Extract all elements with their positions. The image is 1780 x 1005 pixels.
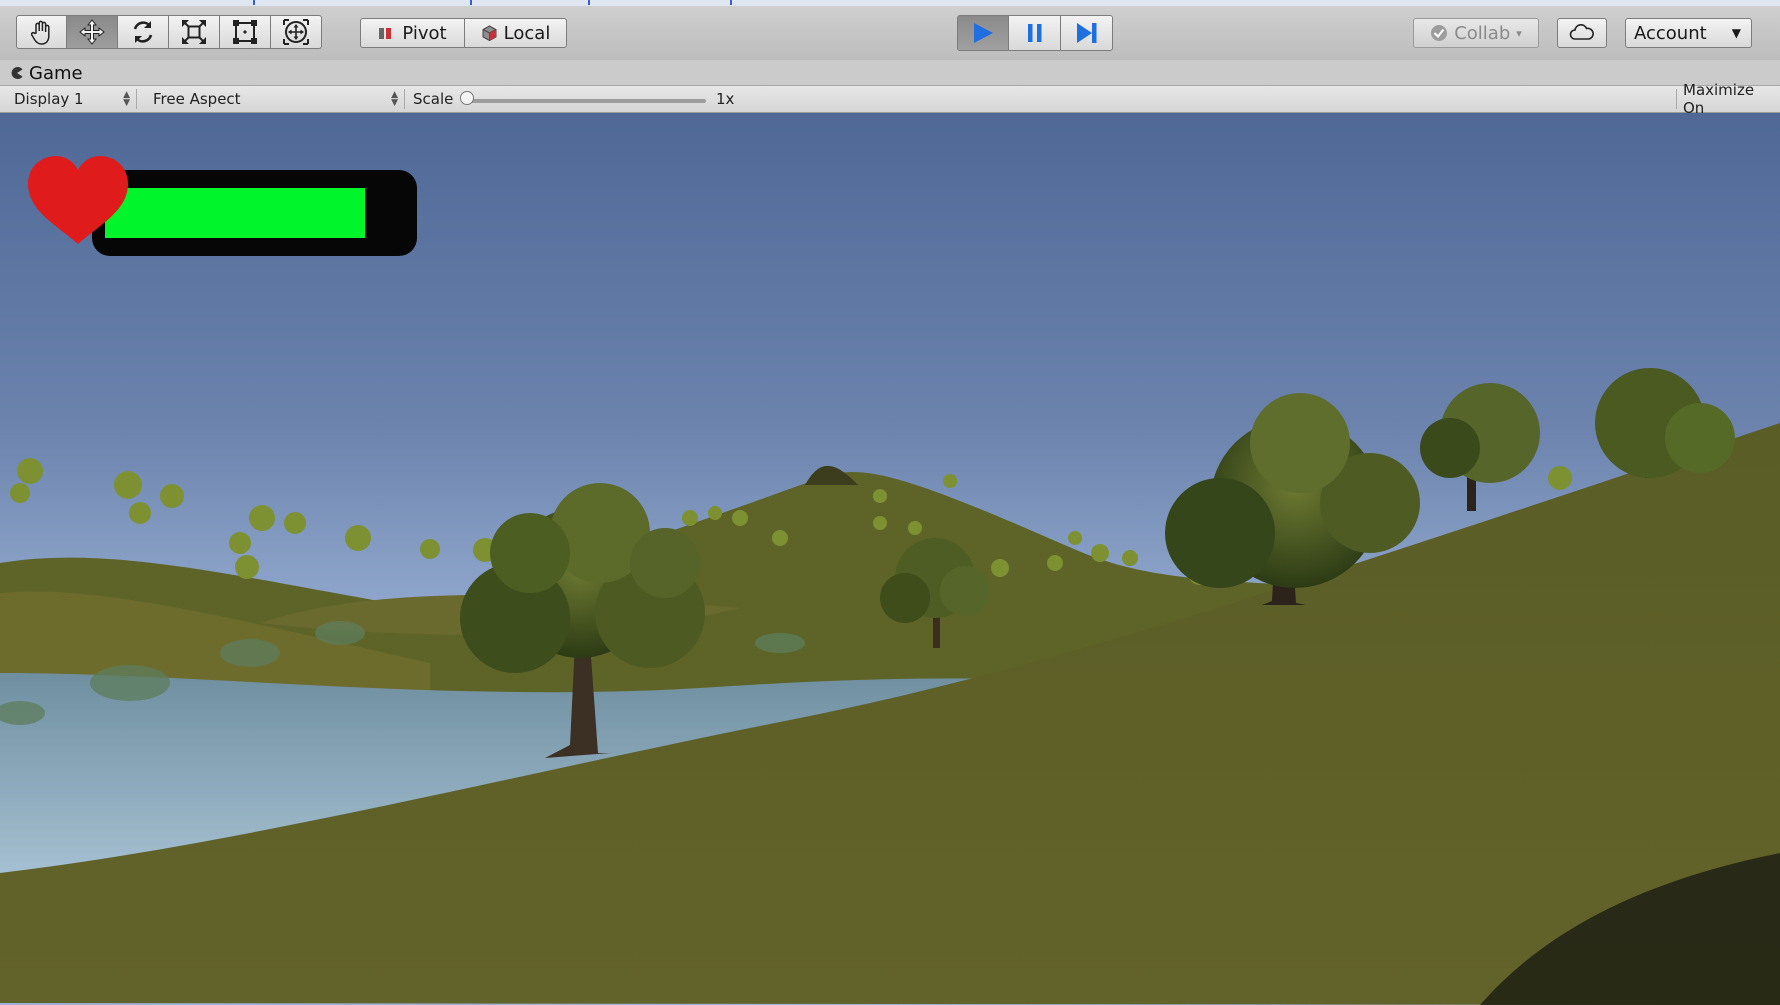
collab-button[interactable]: Collab ▾ <box>1413 18 1539 48</box>
tab-game-label: Game <box>29 62 83 84</box>
step-forward-icon <box>1076 23 1096 43</box>
health-bar-fill <box>105 188 365 238</box>
strip-mark <box>588 0 590 5</box>
pause-icon <box>1027 24 1041 42</box>
game-view-toolbar: Display 1 ▲ ▼ Free Aspect ▲ ▼ Scale 1x Max… <box>0 81 1780 117</box>
play-icon <box>974 23 993 43</box>
cloud-button[interactable] <box>1557 18 1607 48</box>
health-bar-frame <box>92 170 417 256</box>
game-viewport[interactable] <box>0 113 1780 1005</box>
collab-label: Collab <box>1454 22 1511 44</box>
divider <box>136 89 137 109</box>
move-tool-button[interactable] <box>67 15 118 49</box>
health-hud <box>28 156 418 262</box>
scale-slider-knob[interactable] <box>460 91 474 105</box>
transform-tool-button[interactable] <box>271 15 322 49</box>
pivot-button[interactable]: Pivot <box>360 18 465 48</box>
updown-arrows-icon: ▲ ▼ <box>123 90 130 108</box>
rotate-icon <box>133 21 153 43</box>
pivot-icon <box>379 28 392 39</box>
scale-icon <box>182 20 206 44</box>
local-button[interactable]: Local <box>465 18 567 48</box>
hand-tool-button[interactable] <box>16 15 67 49</box>
local-cube-icon <box>482 24 497 41</box>
pause-button[interactable] <box>1009 15 1061 51</box>
pacman-icon <box>11 67 23 79</box>
local-label: Local <box>503 22 551 44</box>
display-dropdown[interactable]: Display 1 ▲ ▼ <box>6 86 134 112</box>
account-dropdown[interactable]: Account ▼ <box>1625 18 1752 48</box>
divider <box>404 89 405 109</box>
check-circle-icon <box>1431 25 1448 41</box>
strip-mark <box>470 0 472 5</box>
main-toolbar: Pivot Local Collab ▾ Account ▼ <box>0 6 1780 61</box>
maximize-label: Maximize On <box>1683 81 1755 117</box>
strip-mark <box>253 0 255 5</box>
rotate-tool-button[interactable] <box>118 15 169 49</box>
pivot-label: Pivot <box>402 22 447 44</box>
rect-transform-icon <box>233 20 257 44</box>
step-button[interactable] <box>1061 15 1113 51</box>
move-arrows-icon <box>79 19 105 45</box>
tab-game[interactable]: Game <box>10 61 83 85</box>
hand-icon <box>30 20 50 45</box>
game-tab-bar: Game <box>0 60 1780 86</box>
scale-tool-button[interactable] <box>169 15 220 49</box>
heart-icon <box>28 156 128 244</box>
aspect-dropdown[interactable]: Free Aspect ▲ ▼ <box>144 86 402 112</box>
transform-tools <box>16 15 322 49</box>
updown-arrows-icon: ▲ ▼ <box>391 90 398 108</box>
transform-icon <box>283 19 309 45</box>
scale-slider-track[interactable] <box>466 99 706 103</box>
rect-tool-button[interactable] <box>220 15 271 49</box>
aspect-label: Free Aspect <box>153 90 241 108</box>
maximize-on-play-toggle[interactable]: Maximize On <box>1683 81 1780 117</box>
cloud-icon <box>1569 24 1594 40</box>
scale-value: 1x <box>716 90 735 108</box>
strip-mark <box>730 0 732 5</box>
display-label: Display 1 <box>14 90 84 108</box>
pivot-local-toggle: Pivot Local <box>360 18 567 48</box>
playmode-controls <box>957 15 1113 51</box>
account-label: Account <box>1634 22 1707 44</box>
scale-label: Scale <box>413 90 454 108</box>
chevron-down-icon: ▾ <box>1516 26 1522 40</box>
chevron-down-icon: ▼ <box>1731 26 1741 40</box>
divider <box>1676 89 1677 109</box>
play-button[interactable] <box>957 15 1009 51</box>
